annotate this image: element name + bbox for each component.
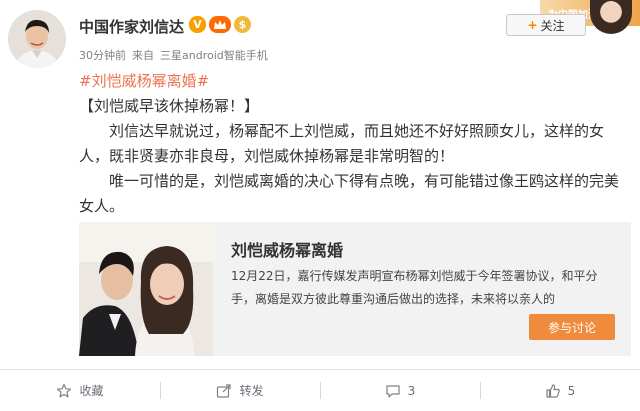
author-name[interactable]: 中国作家刘信达 (79, 16, 184, 37)
post-time[interactable]: 30分钟前 (79, 49, 126, 62)
like-count: 5 (567, 383, 576, 398)
join-discussion-button[interactable]: 参与讨论 (529, 314, 615, 340)
card-summary: 12月22日，嘉行传媒发声明宣布杨幂刘恺威于今年签署协议，和平分手，离婚是双方彼… (231, 269, 598, 306)
topic-card[interactable]: 刘恺威杨幂离婚 12月22日，嘉行传媒发声明宣布杨幂刘恺威于今年签署协议，和平分… (79, 222, 631, 356)
favorite-button[interactable]: 收藏 (0, 370, 160, 411)
author-badges: V $ (189, 16, 251, 33)
source-prefix: 来自 (132, 49, 154, 62)
follow-button-label: 关注 (540, 18, 565, 33)
repost-label: 转发 (239, 384, 264, 398)
post-content: #刘恺威杨幂离婚# 【刘恺威早该休掉杨幂！】 刘信达早就说过，杨幂配不上刘恺威，… (79, 69, 631, 219)
comment-button[interactable]: 3 (320, 370, 480, 411)
post-headline: 【刘恺威早该休掉杨幂！】 (79, 97, 260, 115)
like-button[interactable]: 5 (480, 370, 640, 411)
post-source[interactable]: 三星android智能手机 (160, 49, 268, 62)
topic-link[interactable]: #刘恺威杨幂离婚# (79, 72, 209, 90)
comment-icon (386, 384, 400, 398)
corner-avatar-icon (590, 0, 632, 34)
verified-badge-icon[interactable]: V (189, 16, 206, 33)
action-bar: 收藏 转发 3 5 (0, 370, 640, 411)
plus-icon: + (527, 18, 538, 32)
post-meta: 30分钟前 来自 三星android智能手机 (79, 47, 268, 63)
follow-button[interactable]: + 关注 (506, 14, 586, 36)
avatar-portrait (8, 10, 66, 68)
repost-button[interactable]: 转发 (160, 370, 320, 411)
vip-badge-icon[interactable] (209, 16, 231, 33)
card-photo-image (79, 222, 213, 356)
like-icon (546, 383, 560, 398)
share-icon (217, 383, 232, 398)
post-paragraph: 刘信达早就说过，杨幂配不上刘恺威，而且她还不好好照顾女儿，这样的女人，既非贤妻亦… (79, 122, 605, 165)
post-paragraph: 唯一可惜的是，刘恺威离婚的决心下得有点晚，有可能错过像王鸥这样的完美女人。 (79, 172, 620, 215)
crown-icon (214, 20, 226, 29)
favorite-label: 收藏 (79, 384, 104, 398)
avatar[interactable] (8, 10, 66, 68)
gold-medal-icon[interactable]: $ (234, 16, 251, 33)
comment-count: 3 (407, 383, 416, 398)
card-title[interactable]: 刘恺威杨幂离婚 (231, 237, 343, 261)
star-icon (57, 383, 72, 397)
